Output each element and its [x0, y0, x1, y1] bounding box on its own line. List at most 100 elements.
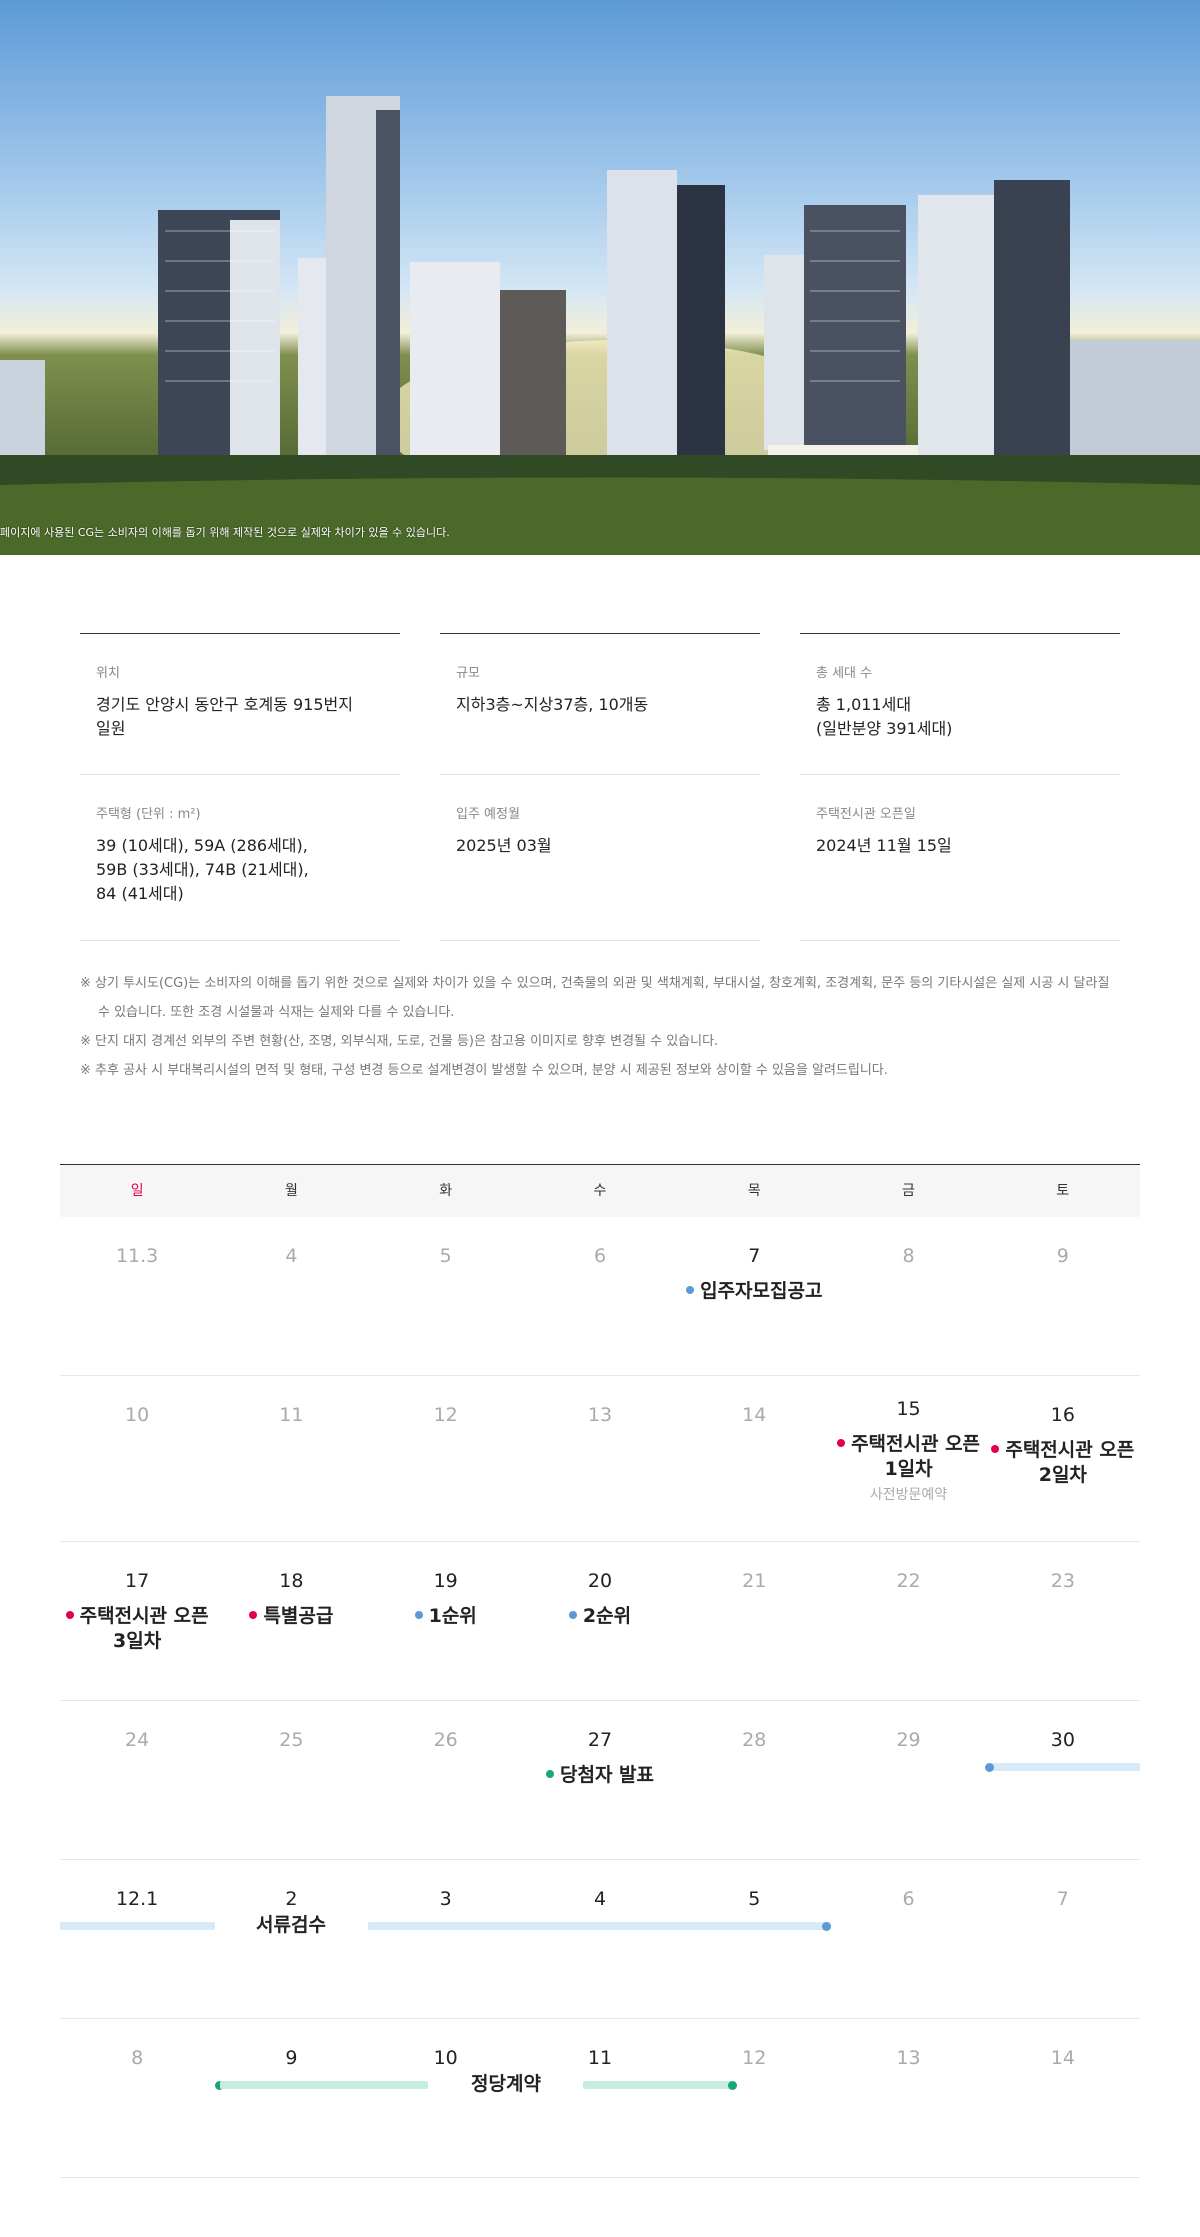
info-value: 지하3층~지상37층, 10개동	[456, 695, 649, 714]
weekday-fri: 금	[902, 1183, 915, 1199]
day-number: 6	[593, 1245, 607, 1267]
info-value: 2025년 03월	[456, 836, 552, 855]
event-label: 당첨자 발표	[559, 1764, 654, 1786]
contract-bar	[583, 2081, 733, 2089]
day-number: 30	[1050, 1729, 1075, 1751]
calendar-weekday-header: 일 월 화 수 목 금 토	[60, 1165, 1140, 1217]
day-number: 3	[439, 1888, 452, 1910]
day-cell: 11	[214, 1376, 368, 1535]
day-number: 9	[285, 2047, 298, 2069]
day-cell: 11.3	[60, 1217, 214, 1376]
info-value: 39 (10세대), 59A (286세대), 59B (33세대), 74B …	[96, 836, 309, 903]
info-label: 주택형 (단위 : m²)	[96, 807, 201, 822]
red-dot-icon	[249, 1611, 258, 1619]
event-winner-announcement: 당첨자 발표	[523, 1763, 677, 1788]
blue-dot-icon	[686, 1286, 695, 1294]
day-cell: 5	[677, 1860, 831, 2019]
weekday-sat: 토	[1056, 1183, 1070, 1199]
info-row-2: 주택형 (단위 : m²) 39 (10세대), 59A (286세대), 59…	[80, 775, 1120, 941]
info-label: 규모	[456, 666, 480, 681]
day-cell: 15 주택전시관 오픈 1일차 사전방문예약	[831, 1376, 985, 1535]
calendar-week-4: 24 25 26 27 당첨자 발표 28 29 30	[60, 1701, 1140, 1860]
day-cell: 26	[369, 1701, 523, 1860]
day-cell: 13	[523, 1376, 677, 1535]
event-model-house-day1: 주택전시관 오픈 1일차	[831, 1432, 985, 1482]
info-row-1: 위치 경기도 안양시 동안구 호계동 915번지 일원 규모 지하3층~지상37…	[80, 633, 1120, 775]
event-model-house-day3: 주택전시관 오픈 3일차	[60, 1604, 214, 1654]
day-cell: 6	[831, 1860, 985, 2019]
day-cell: 28	[677, 1701, 831, 1860]
note: ※ 단지 대지 경계선 외부의 주변 현황(산, 조명, 외부식재, 도로, 건…	[80, 1034, 719, 1049]
day-number: 19	[433, 1570, 458, 1592]
info-label: 입주 예정월	[456, 807, 520, 822]
info-scale: 규모 지하3층~지상37층, 10개동	[440, 633, 760, 775]
day-cell: 19 1순위	[369, 1542, 523, 1701]
event-label: 입주자모집공고	[700, 1280, 823, 1302]
calendar-week-6: 8 9 10 11 12 13 14 정당계약	[60, 2019, 1140, 2178]
info-value: 경기도 안양시 동안구 호계동 915번지 일원	[96, 695, 353, 738]
day-number: 28	[742, 1729, 767, 1751]
calendar-week-3: 17 주택전시관 오픈 3일차 18 특별공급 19 1순위 20 2순위 21…	[60, 1542, 1140, 1701]
red-dot-icon	[837, 1439, 846, 1447]
info-location: 위치 경기도 안양시 동안구 호계동 915번지 일원	[80, 633, 400, 775]
red-dot-icon	[65, 1611, 74, 1619]
weekday-thu: 목	[747, 1183, 761, 1199]
document-review-label: 서류검수	[256, 1914, 326, 1936]
day-cell: 21	[677, 1542, 831, 1701]
disclaimer-notes: ※ 상기 투시도(CG)는 소비자의 이해를 돕기 위한 것으로 실제와 차이가…	[0, 941, 1200, 1085]
green-dot-icon	[545, 1770, 554, 1778]
day-cell: 16 주택전시관 오픈 2일차	[986, 1376, 1140, 1535]
day-number: 17	[125, 1570, 150, 1592]
contract-label: 정당계약	[471, 2073, 541, 2095]
day-number: 23	[1050, 1570, 1075, 1592]
event-sublabel: 사전방문예약	[869, 1487, 948, 1503]
day-number: 7	[1056, 1888, 1069, 1910]
calendar-week-5: 12.1 2 3 4 5 6 7 서류검수	[60, 1860, 1140, 2019]
day-cell: 12.1	[60, 1860, 214, 2019]
day-cell: 14	[986, 2019, 1140, 2178]
event-recruitment-notice: 입주자모집공고	[677, 1279, 831, 1304]
day-number: 20	[587, 1570, 613, 1592]
info-label: 주택전시관 오픈일	[816, 807, 916, 822]
blue-dot-icon	[568, 1611, 577, 1619]
day-number: 12	[742, 2047, 767, 2069]
day-cell: 10	[60, 1376, 214, 1535]
day-number: 13	[896, 2047, 921, 2069]
event-first-priority: 1순위	[369, 1604, 523, 1629]
info-move-in: 입주 예정월 2025년 03월	[440, 775, 760, 941]
day-number: 4	[285, 1245, 298, 1267]
day-number: 12.1	[115, 1888, 159, 1910]
info-model-house-open: 주택전시관 오픈일 2024년 11월 15일	[800, 775, 1120, 941]
schedule-calendar: 일 월 화 수 목 금 토 11.3 4 5 6 7 입주자모집공고 8 9 1…	[60, 1164, 1140, 2218]
day-number: 7	[748, 1245, 761, 1267]
day-number: 22	[896, 1570, 921, 1592]
event-second-priority: 2순위	[523, 1604, 677, 1629]
blue-dot-icon	[414, 1611, 423, 1619]
day-number: 24	[125, 1729, 150, 1751]
day-number: 9	[1056, 1245, 1069, 1267]
day-cell: 4	[523, 1860, 677, 2019]
day-number: 27	[587, 1729, 613, 1751]
day-number: 10	[433, 2047, 458, 2069]
day-cell: 5	[369, 1217, 523, 1376]
info-value: 총 1,011세대 (일반분양 391세대)	[816, 695, 953, 738]
day-cell: 25	[214, 1701, 368, 1860]
day-number: 15	[896, 1398, 921, 1420]
day-number: 29	[896, 1729, 921, 1751]
note: ※ 추후 공사 시 부대복리시설의 면적 및 형태, 구성 변경 등으로 설계변…	[80, 1063, 888, 1078]
red-dot-icon	[991, 1445, 1000, 1453]
day-cell: 12	[369, 1376, 523, 1535]
event-label: 주택전시관 오픈 1일차	[851, 1433, 981, 1480]
day-cell: 14	[677, 1376, 831, 1535]
range-start-dot	[985, 1762, 994, 1772]
day-cell: 20 2순위	[523, 1542, 677, 1701]
day-cell: 11	[523, 2019, 677, 2178]
day-number: 8	[131, 2047, 144, 2069]
event-label: 1순위	[428, 1605, 477, 1627]
weekday-mon: 월	[284, 1183, 298, 1199]
day-cell: 17 주택전시관 오픈 3일차	[60, 1542, 214, 1701]
day-number: 21	[742, 1570, 767, 1592]
contract-bar	[220, 2081, 428, 2089]
event-label: 주택전시관 오픈 2일차	[1005, 1439, 1135, 1486]
document-review-bar	[368, 1922, 831, 1930]
